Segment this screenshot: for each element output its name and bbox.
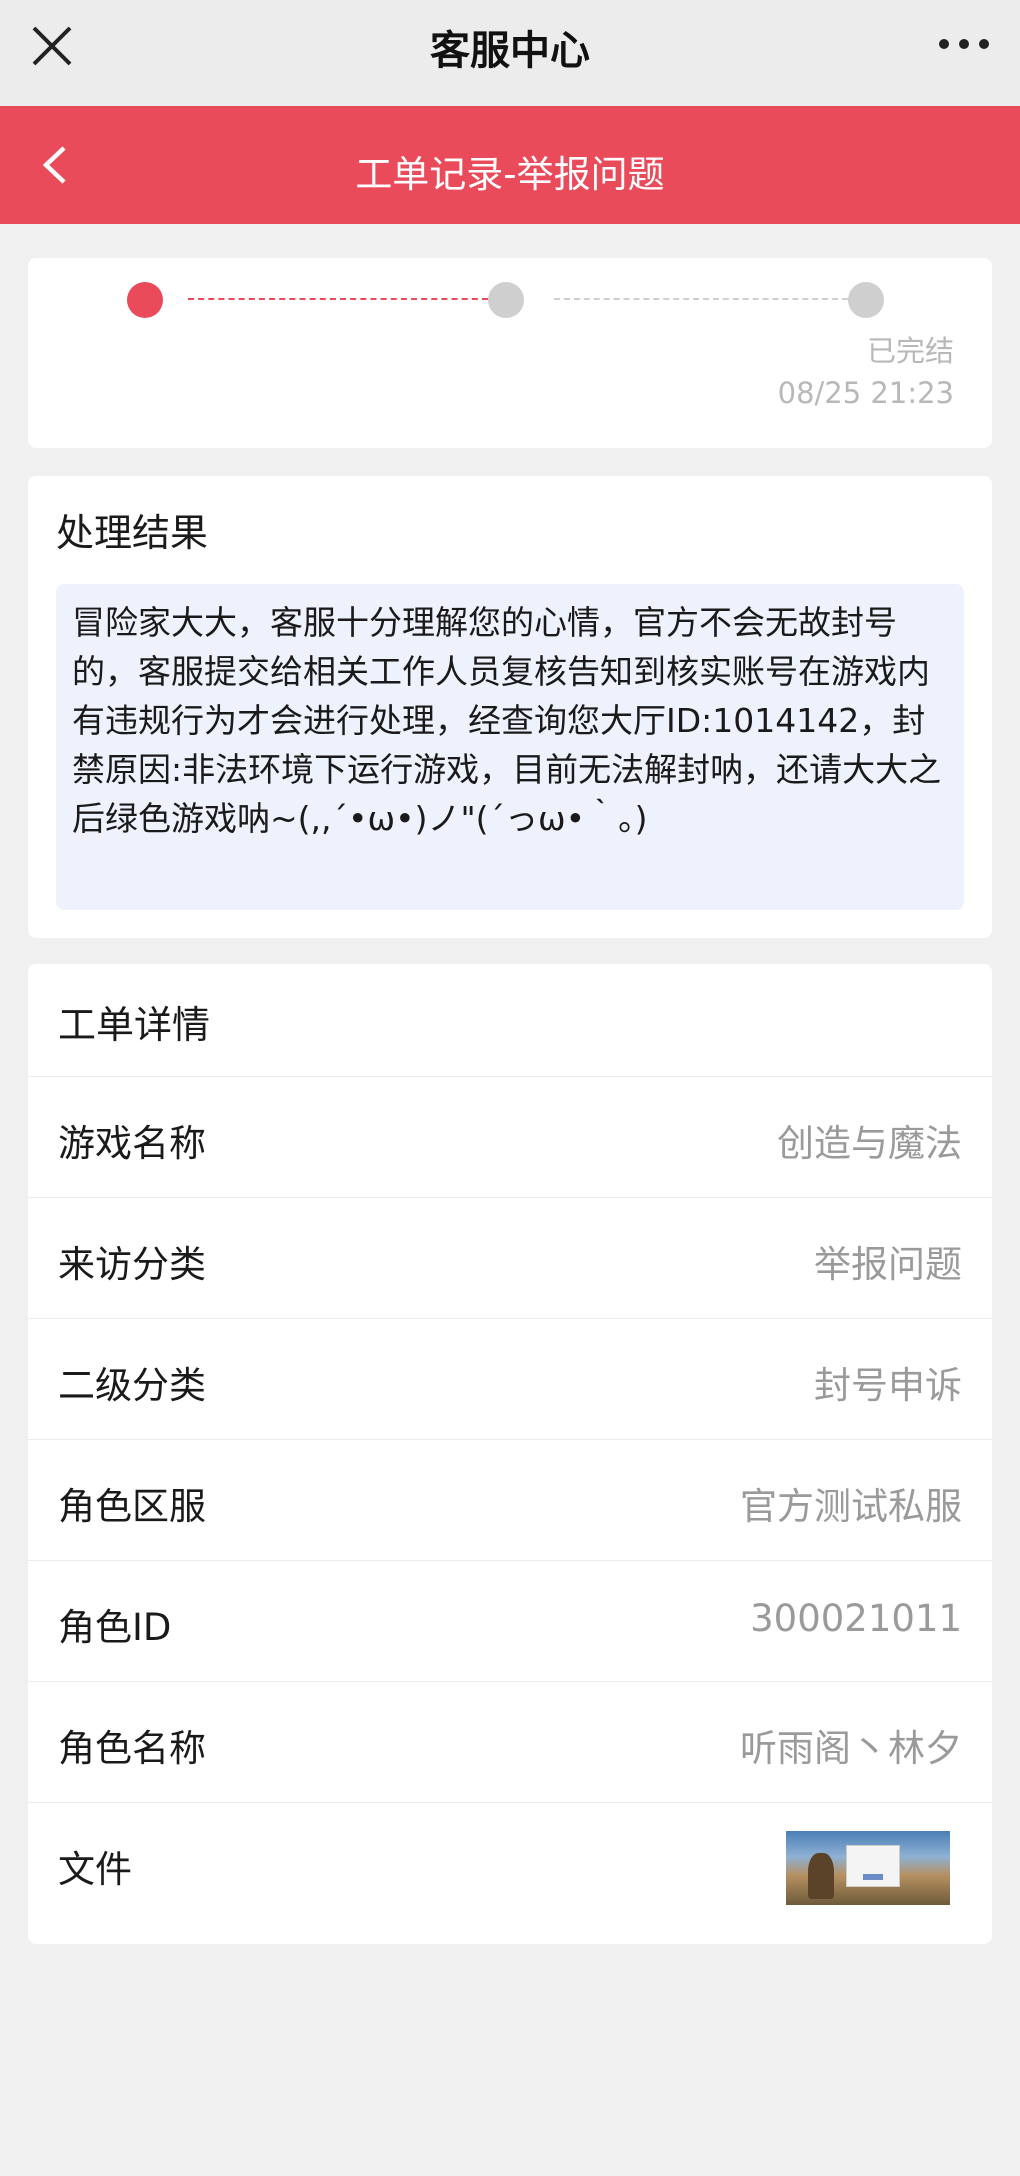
more-icon[interactable] (936, 24, 992, 64)
result-title: 处理结果 (56, 511, 209, 555)
detail-label: 文件 (58, 1848, 132, 1891)
detail-row-role-name: 角色名称 听雨阁丶林夕 (28, 1681, 992, 1802)
progress-line-1 (188, 298, 488, 300)
detail-row-file: 文件 (28, 1802, 992, 1923)
detail-value: 封号申诉 (814, 1364, 962, 1407)
detail-row-visit-category: 来访分类 举报问题 (28, 1197, 992, 1318)
app-title: 客服中心 (430, 28, 590, 74)
detail-row-sub-category: 二级分类 封号申诉 (28, 1318, 992, 1439)
file-thumbnail[interactable] (786, 1831, 950, 1905)
progress-step-3 (848, 282, 884, 318)
progress-final-label: 已完结 08/25 21:23 (778, 330, 954, 414)
result-card: 处理结果 冒险家大大，客服十分理解您的心情，官方不会无故封号的，客服提交给相关工… (28, 476, 992, 938)
details-list: 游戏名称 创造与魔法 来访分类 举报问题 二级分类 封号申诉 角色区服 官方测试… (28, 1076, 992, 1923)
detail-label: 来访分类 (58, 1243, 206, 1286)
detail-label: 角色ID (58, 1606, 172, 1649)
detail-value: 创造与魔法 (777, 1122, 962, 1165)
progress-step-1 (127, 282, 163, 318)
final-time: 08/25 21:23 (777, 376, 954, 410)
detail-value: 听雨阁丶林夕 (740, 1727, 962, 1770)
progress-card: 已完结 08/25 21:23 (28, 258, 992, 448)
progress-line-2 (554, 298, 848, 300)
detail-row-server: 角色区服 官方测试私服 (28, 1439, 992, 1560)
result-text: 冒险家大大，客服十分理解您的心情，官方不会无故封号的，客服提交给相关工作人员复核… (56, 584, 964, 910)
top-bar: 客服中心 (0, 0, 1020, 106)
thumbnail-figure (808, 1853, 834, 1899)
detail-row-game-name: 游戏名称 创造与魔法 (28, 1076, 992, 1197)
detail-value: 300021011 (750, 1597, 962, 1640)
thumbnail-dialog-button (863, 1874, 883, 1880)
detail-label: 角色区服 (58, 1485, 206, 1528)
page-title: 工单记录-举报问题 (355, 153, 665, 196)
detail-label: 角色名称 (58, 1727, 206, 1770)
progress-step-2 (488, 282, 524, 318)
detail-label: 二级分类 (58, 1364, 206, 1407)
details-card: 工单详情 游戏名称 创造与魔法 来访分类 举报问题 二级分类 封号申诉 角色区服… (28, 964, 992, 1944)
details-title: 工单详情 (58, 1003, 211, 1047)
detail-row-role-id: 角色ID 300021011 (28, 1560, 992, 1681)
detail-label: 游戏名称 (58, 1122, 206, 1165)
page-header: 工单记录-举报问题 (0, 106, 1020, 224)
detail-value: 官方测试私服 (740, 1485, 962, 1528)
final-status: 已完结 (866, 334, 954, 368)
detail-value: 举报问题 (814, 1243, 962, 1286)
thumbnail-dialog (846, 1845, 900, 1887)
